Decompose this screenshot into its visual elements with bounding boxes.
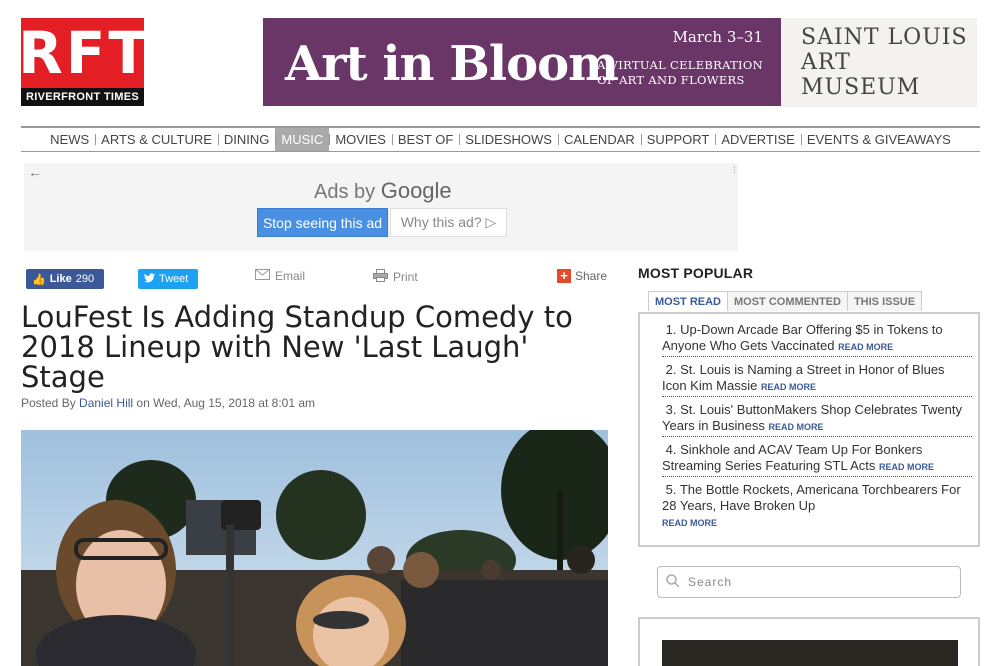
article-headline: LouFest Is Adding Standup Comedy to 2018… — [21, 300, 573, 394]
logo-letter: F — [65, 19, 106, 87]
search-icon — [666, 573, 680, 591]
article-byline: Posted By Daniel Hill on Wed, Aug 15, 20… — [21, 396, 315, 410]
read-more-link[interactable]: READ MORE — [879, 462, 934, 472]
read-more-link[interactable]: READ MORE — [761, 382, 816, 392]
most-popular-title: MOST POPULAR — [638, 265, 754, 281]
logo-letter: T — [108, 19, 148, 87]
banner-subtitle: A VIRTUAL CELEBRATION OF ART AND FLOWERS — [597, 58, 763, 87]
stop-seeing-ad-button[interactable]: Stop seeing this ad — [257, 208, 388, 237]
nav-item-news[interactable]: NEWS — [44, 128, 95, 151]
back-arrow-icon[interactable]: ← — [28, 164, 42, 180]
nav-item-slideshows[interactable]: SLIDESHOWS — [459, 128, 558, 151]
printer-icon — [373, 269, 388, 285]
plus-icon: + — [557, 269, 571, 283]
author-link[interactable]: Daniel Hill — [79, 396, 133, 410]
list-item[interactable]: 1. Up-Down Arcade Bar Offering $5 in Tok… — [662, 322, 972, 355]
banner-ad[interactable]: March 3–31 Art in Bloom A VIRTUAL CELEBR… — [263, 18, 977, 107]
nav-item-movies[interactable]: MOVIES — [329, 128, 392, 151]
thumbs-up-icon: 👍 — [32, 273, 46, 286]
most-popular-list: 1. Up-Down Arcade Bar Offering $5 in Tok… — [638, 312, 980, 547]
divider — [662, 476, 972, 477]
nav-item-dining[interactable]: DINING — [217, 128, 276, 151]
logo-tagline: RIVERFRONT TIMES — [21, 88, 144, 106]
article-photo[interactable] — [21, 430, 608, 666]
list-item[interactable]: 4. Sinkhole and ACAV Team Up For Bonkers… — [662, 442, 972, 475]
tweet-button[interactable]: Tweet — [138, 269, 198, 289]
list-item[interactable]: 3. St. Louis' ButtonMakers Shop Celebrat… — [662, 402, 972, 435]
list-item[interactable]: 2. St. Louis is Naming a Street in Honor… — [662, 362, 972, 395]
nav-item-music[interactable]: MUSIC — [275, 128, 330, 151]
most-popular-tabs: MOST READ MOST COMMENTED THIS ISSUE — [648, 291, 923, 311]
nav-item-best-of[interactable]: BEST OF — [391, 128, 459, 151]
tab-this-issue[interactable]: THIS ISSUE — [846, 291, 923, 311]
tab-most-commented[interactable]: MOST COMMENTED — [727, 291, 848, 311]
divider — [662, 396, 972, 397]
museum-name: SAINT LOUIS ART MUSEUM — [781, 18, 977, 107]
read-more-link[interactable]: READ MORE — [662, 518, 717, 528]
logo-letter: R — [18, 19, 63, 87]
nav-item-events-giveaways[interactable]: EVENTS & GIVEAWAYS — [800, 128, 957, 151]
list-item[interactable]: 5. The Bottle Rockets, Americana Torchbe… — [662, 482, 972, 531]
email-button[interactable]: Email — [255, 269, 305, 283]
nav-item-arts-culture[interactable]: ARTS & CULTURE — [95, 128, 218, 151]
ad-info-icon[interactable]: ⁝ — [733, 165, 736, 176]
nav-item-support[interactable]: SUPPORT — [640, 128, 716, 151]
read-more-link[interactable]: READ MORE — [838, 342, 893, 352]
site-logo[interactable]: R F T RIVERFRONT TIMES — [18, 18, 148, 106]
banner-date: March 3–31 — [672, 28, 763, 46]
main-nav: NEWS ARTS & CULTURE DINING MUSIC MOVIES … — [21, 126, 980, 152]
why-this-ad-button[interactable]: Why this ad? ▷ — [390, 208, 507, 237]
share-bar: 👍 Like 290 Tweet Email Print + Share — [21, 264, 608, 292]
like-count: 290 — [75, 273, 95, 285]
sidebar-ad[interactable] — [638, 617, 980, 666]
read-more-link[interactable]: READ MORE — [768, 422, 823, 432]
google-ad-panel: ← ⁝ Ads by Google Stop seeing this ad Wh… — [24, 163, 738, 251]
divider — [662, 356, 972, 357]
search-placeholder: Search — [688, 575, 733, 589]
search-input[interactable]: Search — [657, 566, 961, 598]
banner-title: Art in Bloom — [285, 36, 619, 92]
envelope-icon — [255, 269, 270, 283]
tab-most-read[interactable]: MOST READ — [648, 291, 728, 311]
twitter-bird-icon — [144, 272, 155, 286]
nav-item-advertise[interactable]: ADVERTISE — [715, 128, 800, 151]
divider — [662, 436, 972, 437]
facebook-like-button[interactable]: 👍 Like 290 — [26, 269, 104, 289]
print-button[interactable]: Print — [373, 269, 418, 285]
share-button[interactable]: + Share — [557, 269, 607, 283]
ads-by-google: Ads by Google — [314, 178, 452, 203]
nav-item-calendar[interactable]: CALENDAR — [557, 128, 641, 151]
